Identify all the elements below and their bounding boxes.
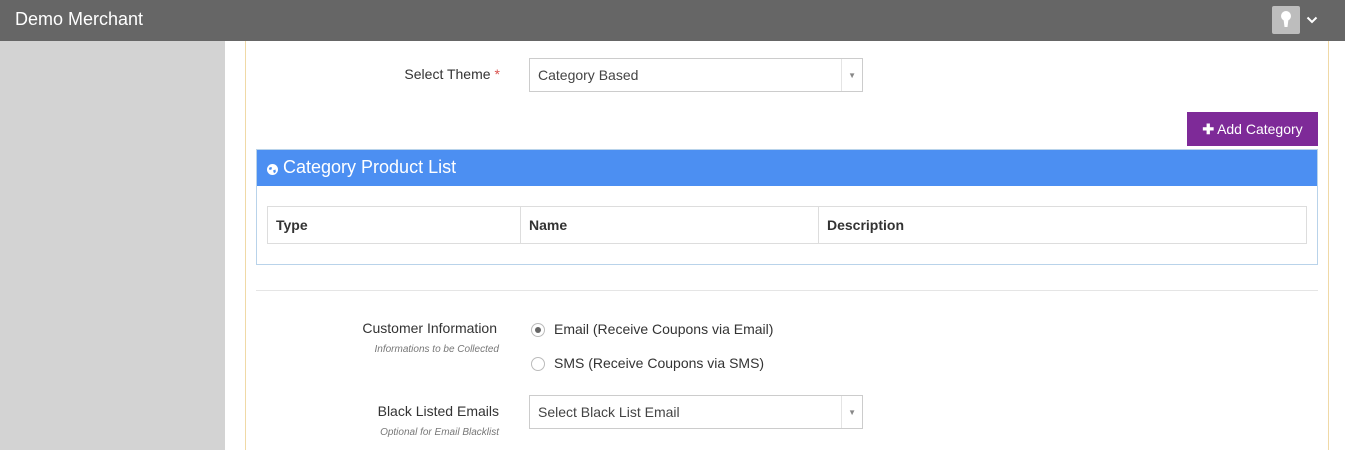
panel-header: Category Product List	[257, 150, 1317, 186]
globe-icon	[267, 162, 278, 178]
customer-info-label: Customer Information	[362, 320, 497, 336]
column-header-name[interactable]: Name	[520, 207, 818, 243]
radio-sms-label[interactable]: SMS (Receive Coupons via SMS)	[554, 355, 764, 371]
chevron-down-icon[interactable]	[1306, 12, 1318, 28]
keyhole-icon[interactable]	[1272, 6, 1300, 34]
section-divider	[256, 290, 1318, 291]
theme-label-text: Select Theme	[404, 66, 491, 82]
blacklist-select-placeholder: Select Black List Email	[538, 404, 680, 420]
dropdown-arrow-icon: ▼	[848, 408, 856, 417]
brand-title[interactable]: Demo Merchant	[15, 9, 143, 30]
plus-icon: ✚	[1202, 120, 1215, 137]
top-bar: Demo Merchant	[0, 0, 1345, 41]
radio-sms-button[interactable]	[531, 357, 545, 371]
radio-email-label[interactable]: Email (Receive Coupons via Email)	[554, 321, 773, 337]
category-table: Type Name Description	[267, 206, 1307, 244]
column-header-description[interactable]: Description	[818, 207, 1306, 243]
theme-select-value: Category Based	[538, 67, 639, 83]
required-mark: *	[494, 66, 500, 82]
theme-select[interactable]: Category Based ▼	[529, 58, 863, 92]
radio-email-button[interactable]	[531, 323, 545, 337]
category-product-panel: Category Product List Type Name Descript…	[256, 149, 1318, 265]
dropdown-arrow-icon: ▼	[848, 71, 856, 80]
select-separator	[841, 59, 842, 91]
add-category-label: Add Category	[1217, 120, 1303, 137]
blacklist-select[interactable]: Select Black List Email ▼	[529, 395, 863, 429]
sidebar	[0, 41, 225, 450]
blacklist-label: Black Listed Emails	[377, 403, 499, 419]
panel-title: Category Product List	[283, 157, 457, 177]
column-header-type[interactable]: Type	[268, 207, 520, 243]
add-category-button[interactable]: ✚ Add Category	[1187, 112, 1318, 146]
customer-info-hint: Informations to be Collected	[374, 344, 499, 355]
blacklist-hint: Optional for Email Blacklist	[380, 427, 499, 438]
select-separator	[841, 396, 842, 428]
theme-label: Select Theme *	[340, 66, 500, 82]
